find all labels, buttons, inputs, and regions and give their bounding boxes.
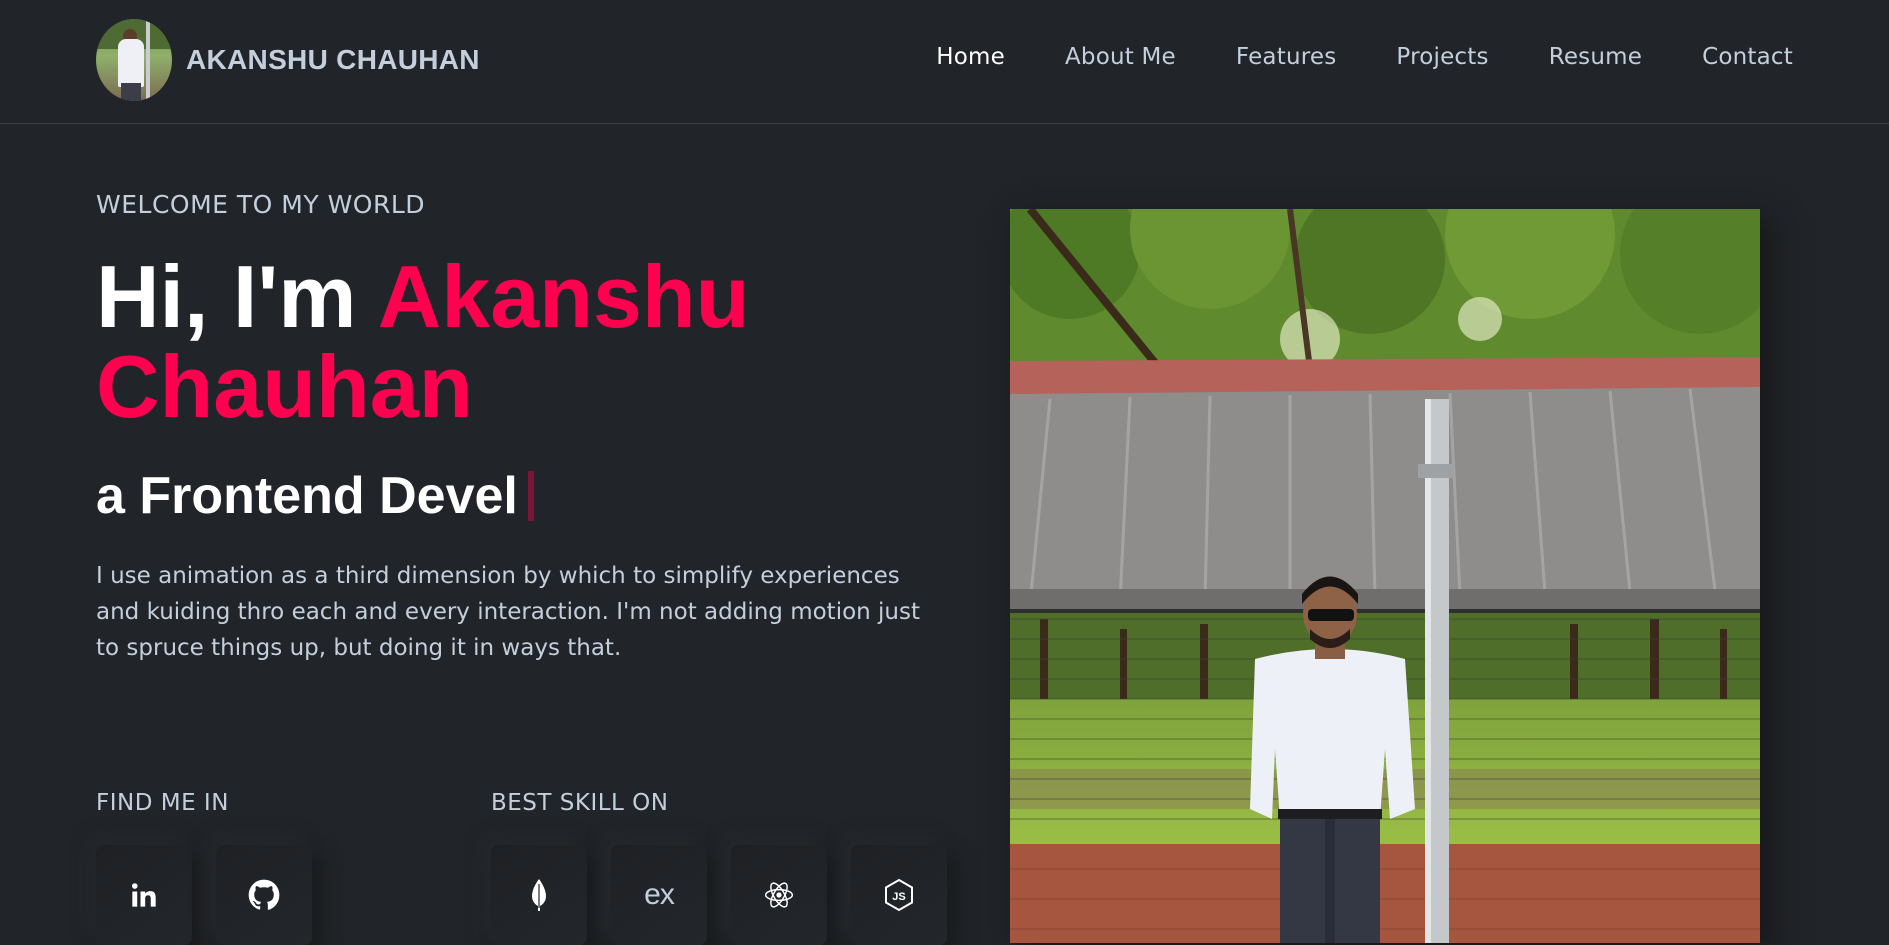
hero-description: I use animation as a third dimension by … [96, 563, 921, 661]
nav-features[interactable]: Features [1236, 40, 1337, 74]
skill-express[interactable]: ex [611, 845, 707, 945]
nav-contact[interactable]: Contact [1702, 40, 1793, 74]
react-icon [763, 879, 795, 911]
typed-role: a Frontend Devel [96, 466, 534, 526]
brand-name: AKANSHU CHAUHAN [186, 44, 480, 75]
linkedin-icon [130, 881, 158, 909]
social-links [96, 845, 312, 945]
profile-photo [1010, 209, 1760, 943]
github-icon [248, 879, 280, 911]
skill-nodejs[interactable]: JS [851, 845, 947, 945]
welcome-text: WELCOME TO MY WORLD [96, 190, 426, 219]
nav-projects[interactable]: Projects [1396, 40, 1488, 74]
skill-mongodb[interactable] [491, 845, 587, 945]
avatar [96, 19, 172, 101]
hero-greeting: Hi, I'm [96, 247, 378, 346]
nodejs-icon: JS [883, 878, 915, 912]
nav-home[interactable]: Home [936, 40, 1005, 74]
skills-list: ex JS [491, 845, 947, 945]
mongodb-icon [529, 878, 549, 912]
express-icon: ex [644, 878, 675, 911]
nav-resume[interactable]: Resume [1549, 40, 1642, 74]
nav-about-me[interactable]: About Me [1065, 40, 1176, 74]
best-skill-label: BEST SKILL ON [491, 790, 669, 816]
site-header: AKANSHU CHAUHAN Home About Me Features P… [0, 0, 1889, 124]
linkedin-link[interactable] [96, 845, 192, 945]
typing-cursor [527, 471, 534, 521]
github-link[interactable] [216, 845, 312, 945]
skill-react[interactable] [731, 845, 827, 945]
main-nav: Home About Me Features Projects Resume C… [936, 40, 1793, 74]
brand[interactable]: AKANSHU CHAUHAN [96, 19, 480, 101]
typed-text: a Frontend Devel [96, 467, 518, 525]
hero-title: Hi, I'm Akanshu Chauhan [96, 252, 916, 432]
svg-text:JS: JS [892, 891, 905, 903]
find-me-label: FIND ME IN [96, 790, 229, 816]
